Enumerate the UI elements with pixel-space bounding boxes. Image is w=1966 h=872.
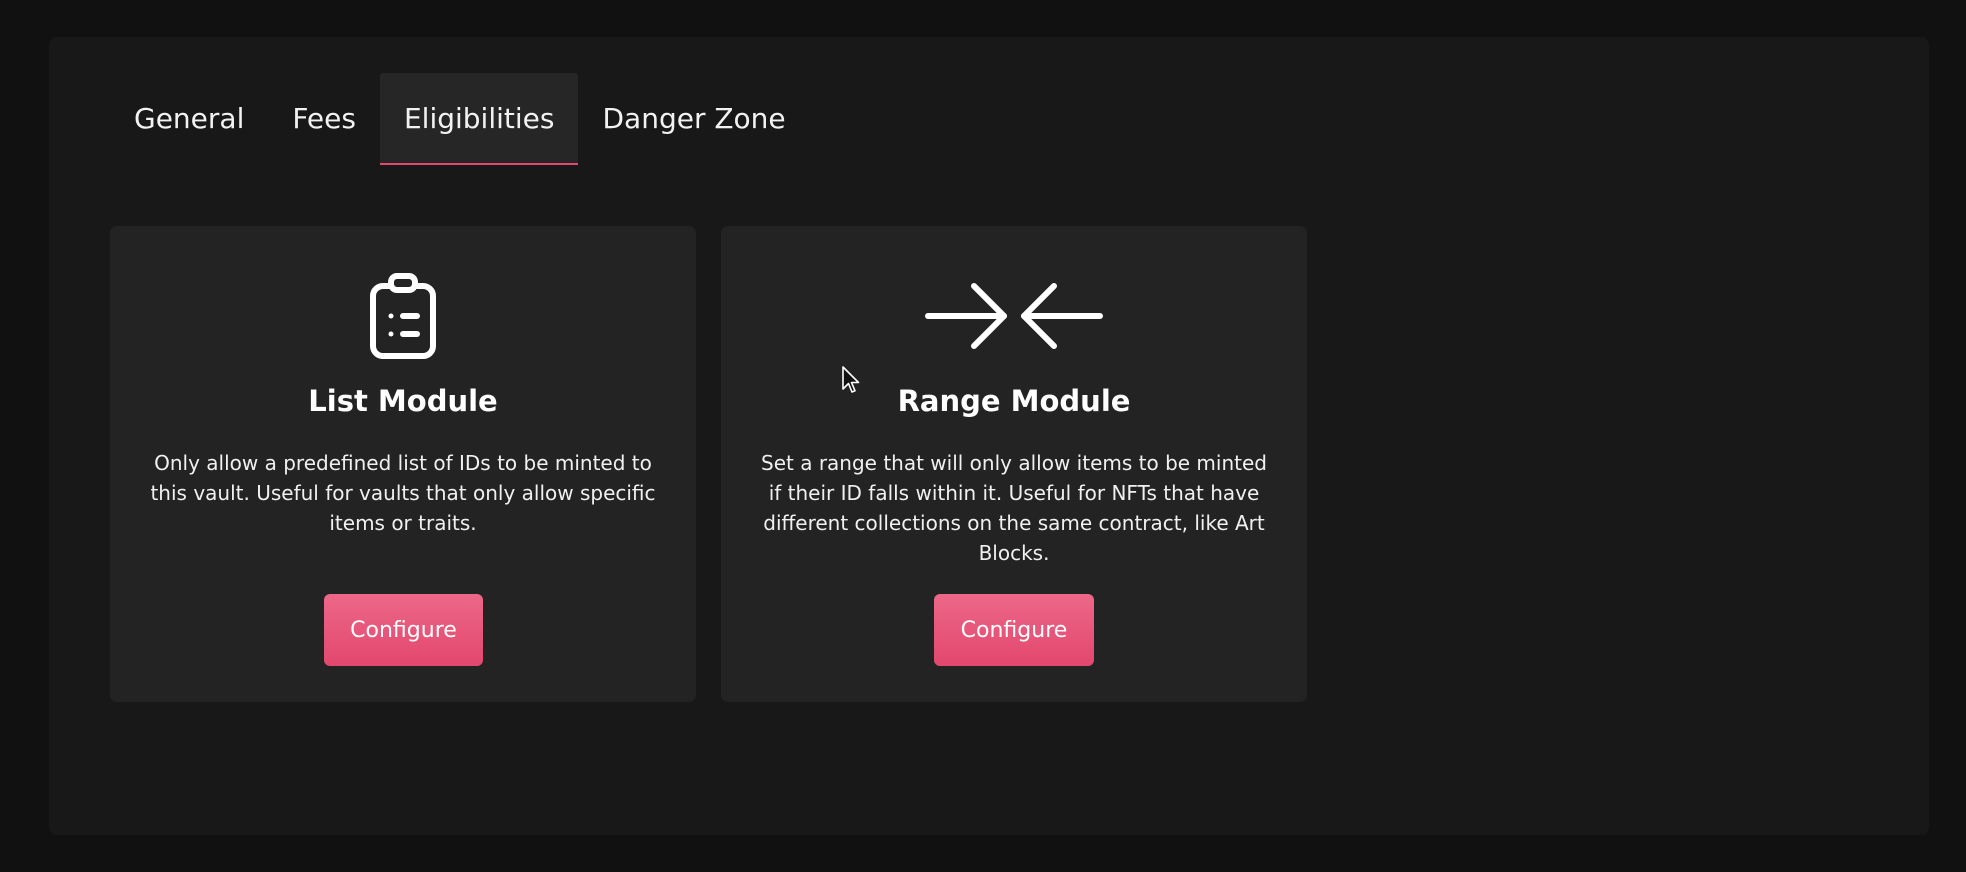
range-module-configure-button[interactable]: Configure [934, 594, 1094, 666]
range-module-description: Set a range that will only allow items t… [761, 451, 1267, 565]
tab-fees[interactable]: Fees [268, 73, 380, 165]
range-module-title: Range Module [897, 384, 1131, 418]
list-module-description: Only allow a predefined list of IDs to b… [150, 451, 656, 535]
list-module-title: List Module [308, 384, 498, 418]
arrows-converge-icon [721, 266, 1307, 366]
tab-eligibilities[interactable]: Eligibilities [379, 73, 579, 165]
range-module-card: Range Module Set a range that will only … [721, 226, 1307, 702]
tab-general[interactable]: General [110, 73, 268, 165]
clipboard-list-icon [110, 266, 696, 366]
tab-bar: General Fees Eligibilities Danger Zone [110, 73, 810, 165]
list-module-configure-button[interactable]: Configure [324, 594, 483, 666]
list-module-card: List Module Only allow a predefined list… [110, 226, 696, 702]
mouse-cursor-icon [842, 366, 860, 393]
tab-danger-zone[interactable]: Danger Zone [578, 73, 809, 165]
